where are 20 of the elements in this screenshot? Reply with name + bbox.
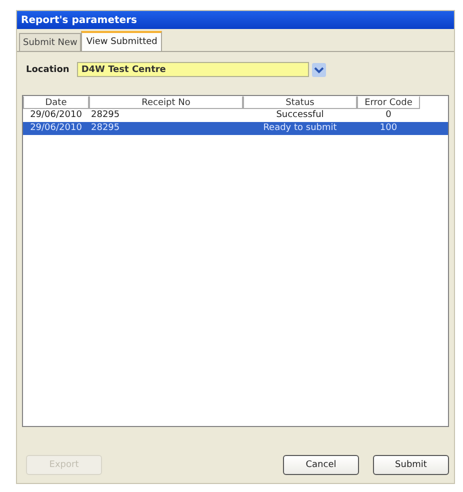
table-cell-text: 28295	[90, 122, 121, 135]
table-cell-text: 0	[384, 109, 392, 122]
table-cell-text: 29/06/2010	[29, 122, 83, 135]
window-title: Report's parameters	[17, 11, 454, 29]
location-label: Location	[26, 64, 70, 74]
tab[interactable]: View Submitted	[81, 31, 162, 51]
table-row[interactable]: 29/06/2010 28295 Successful 0	[23, 109, 448, 122]
column-header[interactable]: Status	[243, 96, 357, 109]
column-header[interactable]: Receipt No	[89, 96, 243, 109]
dialog-button[interactable]: Cancel	[283, 455, 359, 475]
table-cell-text: 29/06/2010	[29, 109, 83, 122]
table-cell-text: 100	[378, 122, 398, 135]
column-header[interactable]: Date	[23, 96, 89, 109]
table-cell-text: Ready to submit	[262, 122, 338, 135]
tab[interactable]: Submit New	[19, 33, 82, 51]
table-cell-text: Successful	[275, 109, 325, 122]
dialog-button[interactable]: Submit	[373, 455, 449, 475]
table-cell-text: 28295	[90, 109, 121, 122]
table-row[interactable]: 29/06/2010 28295 Ready to submit 100	[23, 122, 448, 135]
column-header[interactable]: Error Code	[357, 96, 420, 109]
